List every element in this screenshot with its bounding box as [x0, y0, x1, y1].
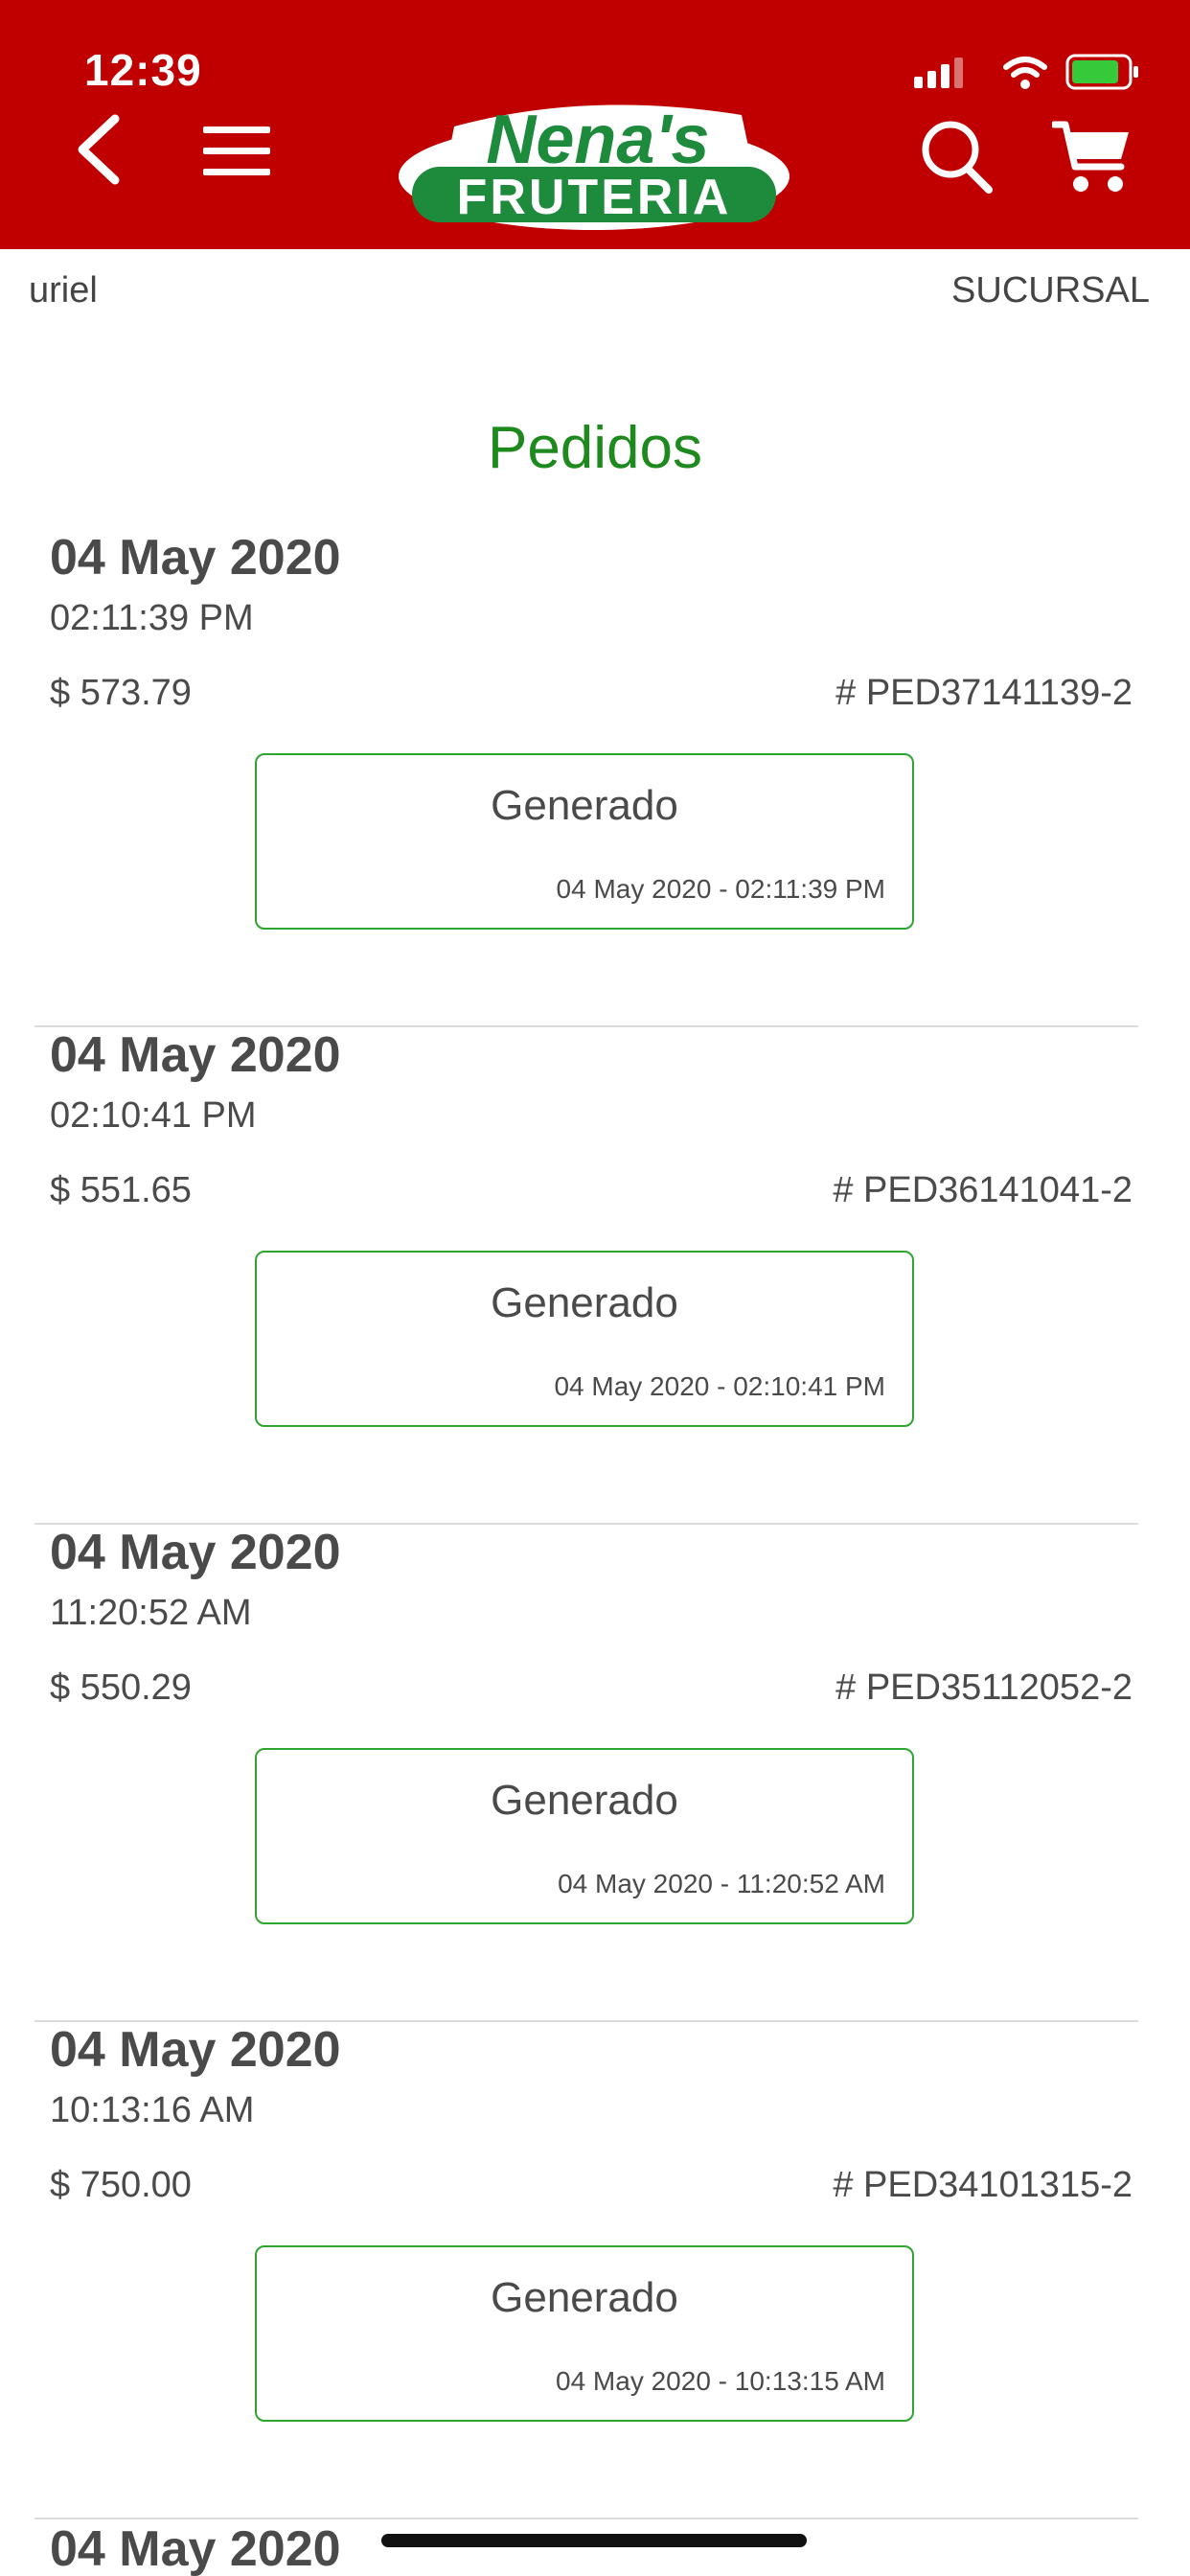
- cart-button[interactable]: [1050, 119, 1133, 200]
- battery-icon: [1065, 54, 1138, 90]
- order-code: # PED35112052-2: [835, 1668, 1133, 1708]
- order-amount: $ 750.00: [50, 2165, 192, 2205]
- status-icons: [912, 50, 1142, 92]
- order-time: 02:10:41 PM: [50, 1095, 257, 1136]
- order-status-timestamp: 04 May 2020 - 11:20:52 AM: [558, 1869, 885, 1898]
- order-date: 04 May 2020: [50, 530, 341, 586]
- status-time: 12:39: [84, 45, 202, 95]
- order-code: # PED36141041-2: [833, 1170, 1133, 1210]
- wifi-icon: [1003, 57, 1047, 89]
- order-date: 04 May 2020: [50, 1027, 341, 1083]
- menu-button[interactable]: [201, 125, 272, 183]
- logo-line1: Nena's: [486, 102, 709, 178]
- order-amount: $ 573.79: [50, 673, 192, 713]
- order-time: 10:13:16 AM: [50, 2090, 255, 2130]
- signal-icon: [914, 58, 963, 88]
- order-status-box[interactable]: Generado 04 May 2020 - 02:10:41 PM: [255, 1251, 914, 1427]
- logo-line2: FRUTERIA: [457, 170, 732, 225]
- app-header: 12:39 Nena's FRUTERIA: [0, 0, 1190, 249]
- back-button[interactable]: [71, 113, 125, 191]
- search-icon: [922, 121, 993, 194]
- menu-icon: [203, 126, 270, 175]
- order-item[interactable]: 04 May 2020 10:13:16 AM $ 750.00 # PED34…: [34, 2021, 1138, 2519]
- back-icon: [78, 114, 120, 185]
- order-amount: $ 551.65: [50, 1170, 192, 1210]
- order-item[interactable]: 04 May 2020 02:10:41 PM $ 551.65 # PED36…: [34, 1026, 1138, 1525]
- order-status-box[interactable]: Generado 04 May 2020 - 11:20:52 AM: [255, 1748, 914, 1924]
- home-indicator[interactable]: [381, 2534, 807, 2547]
- order-time: 11:20:52 AM: [50, 1593, 252, 1633]
- order-item[interactable]: 04 May 2020 11:20:52 AM $ 550.29 # PED35…: [34, 1524, 1138, 2022]
- brand-logo: Nena's FRUTERIA: [397, 82, 791, 236]
- order-amount: $ 550.29: [50, 1668, 192, 1708]
- order-status-box[interactable]: Generado 04 May 2020 - 10:13:15 AM: [255, 2245, 914, 2422]
- order-status-timestamp: 04 May 2020 - 02:11:39 PM: [556, 874, 885, 904]
- page-title: Pedidos: [487, 415, 703, 481]
- order-code: # PED37141139-2: [835, 673, 1133, 713]
- order-status-box[interactable]: Generado 04 May 2020 - 02:11:39 PM: [255, 753, 914, 930]
- order-status-timestamp: 04 May 2020 - 10:13:15 AM: [556, 2366, 885, 2396]
- order-item[interactable]: 04 May 2020: [34, 2520, 1138, 2576]
- order-status: Generado: [491, 782, 678, 829]
- order-code: # PED34101315-2: [833, 2165, 1133, 2205]
- cart-icon: [1050, 121, 1129, 192]
- search-button[interactable]: [920, 119, 995, 200]
- order-date: 04 May 2020: [50, 2022, 341, 2078]
- order-status-timestamp: 04 May 2020 - 02:10:41 PM: [554, 1371, 885, 1401]
- order-status: Generado: [491, 1777, 678, 1824]
- order-item[interactable]: 04 May 2020 02:11:39 PM $ 573.79 # PED37…: [34, 529, 1138, 1027]
- order-date: 04 May 2020: [50, 2521, 341, 2576]
- order-date: 04 May 2020: [50, 1525, 341, 1580]
- order-time: 02:11:39 PM: [50, 598, 254, 638]
- order-status: Generado: [491, 2274, 678, 2321]
- branch-label[interactable]: SUCURSAL: [951, 270, 1150, 311]
- order-status: Generado: [491, 1279, 678, 1326]
- user-name: uriel: [29, 270, 98, 310]
